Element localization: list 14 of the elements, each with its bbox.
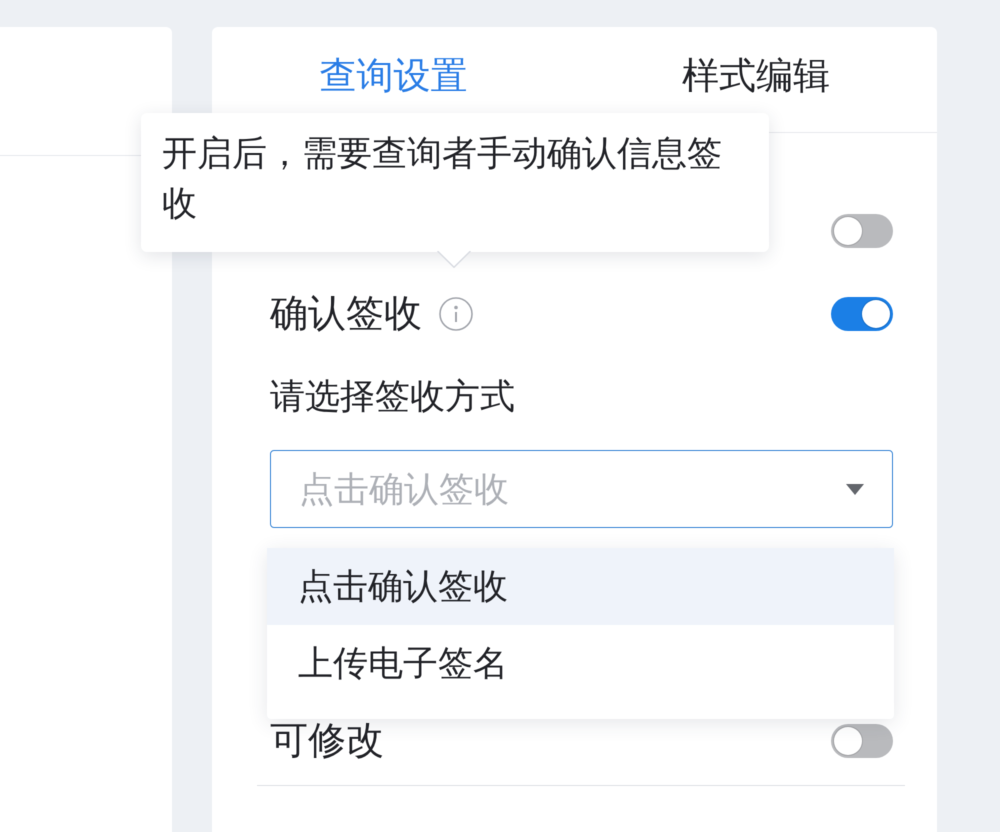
tooltip-pointer-icon — [437, 250, 471, 268]
field-label: 请选择签收方式 — [270, 376, 515, 419]
toggle-switch[interactable] — [831, 296, 893, 330]
tab[interactable]: 样式编辑 — [680, 46, 832, 104]
caret-icon — [846, 484, 864, 494]
info-icon — [439, 296, 473, 330]
tooltip: 开启后，需要查询者手动确认信息签收 — [141, 112, 769, 252]
dropdown-option[interactable]: 上传电子签名 — [267, 625, 894, 702]
toggle-switch[interactable] — [831, 214, 893, 248]
setting-label: 确认签收 — [270, 290, 422, 337]
toggle-switch[interactable] — [831, 724, 893, 758]
tab[interactable]: 查询设置 — [317, 46, 470, 104]
setting-label: 可修改 — [270, 717, 384, 764]
dropdown-option[interactable]: 点击确认签收 — [267, 548, 894, 625]
